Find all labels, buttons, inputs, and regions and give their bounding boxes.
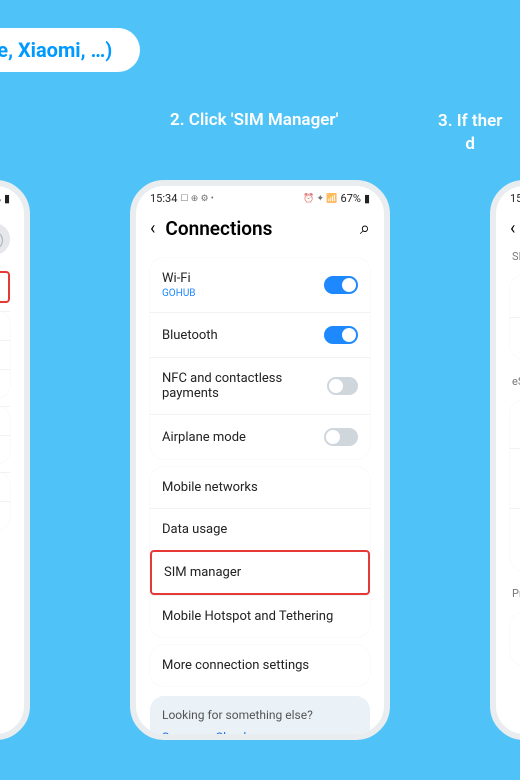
- phone-screenshot-left: 15:34 ☐ ⊕ ⚙ • ⏰ ✦ 📶 67% ▮ ◯: [0, 180, 30, 740]
- battery-icon: ▮: [364, 192, 370, 205]
- sim-card-row[interactable]: [510, 275, 520, 317]
- section-esims: eSIMs: [496, 371, 520, 388]
- row-mobile-networks[interactable]: Mobile networks: [150, 467, 370, 508]
- row-label: Bluetooth: [162, 328, 218, 343]
- row-label: Wi-Fi: [162, 271, 196, 286]
- row-more-settings[interactable]: More connection settings: [150, 645, 370, 686]
- status-bar: 15:34 ☐ ⊕ ⚙ • ⏰ ✦ 📶 67% ▮: [136, 186, 384, 207]
- row-label: Mobile networks: [162, 480, 258, 495]
- avatar-icon[interactable]: ◯: [0, 223, 10, 255]
- looking-for-card: Looking for something else? Samsung Clou…: [150, 696, 370, 740]
- list-item[interactable]: [0, 406, 10, 435]
- back-icon[interactable]: ‹: [150, 220, 155, 238]
- section-sim-cards: SIM ca: [496, 246, 520, 263]
- status-bar: 15:34: [496, 186, 520, 207]
- header-pill: oogle, Xiaomi, …): [0, 28, 140, 72]
- row-label: More connection settings: [162, 658, 309, 673]
- status-indicator-icons: ☐ ⊕ ⚙ •: [180, 194, 213, 204]
- phone-screenshot-right: 15:34 ‹ S SIM ca eSIMs 2 + Prefe: [490, 180, 520, 740]
- step-2-label: 2. Click 'SIM Manager': [170, 110, 338, 130]
- section-preferred: Prefe: [496, 583, 520, 600]
- search-icon[interactable]: ⌕: [360, 218, 370, 239]
- status-bar: 15:34 ☐ ⊕ ⚙ • ⏰ ✦ 📶 67% ▮: [0, 186, 24, 207]
- row-sublabel: GOHUB: [162, 288, 196, 299]
- row-label: Mobile Hotspot and Tethering: [162, 609, 333, 624]
- row-data-usage[interactable]: Data usage: [150, 508, 370, 550]
- status-time: 15:34: [150, 192, 177, 205]
- pill-text: oogle, Xiaomi, …): [0, 38, 112, 62]
- wifi-toggle[interactable]: [324, 276, 358, 294]
- add-esim-row[interactable]: +: [510, 508, 520, 571]
- status-time: 15:34: [510, 192, 520, 205]
- airplane-toggle[interactable]: [324, 428, 358, 446]
- row-nfc[interactable]: NFC and contactless payments: [150, 357, 370, 414]
- highlighted-row[interactable]: [0, 271, 10, 303]
- step-3-label: 3. If ther d: [438, 110, 502, 156]
- status-signal-icons: ⏰ ✦ 📶: [303, 194, 337, 204]
- esim-row[interactable]: [510, 400, 520, 448]
- app-bar: ‹ S: [496, 207, 520, 246]
- looking-question: Looking for something else?: [162, 708, 358, 722]
- sim-card-row[interactable]: [510, 317, 520, 359]
- list-item[interactable]: [0, 472, 10, 501]
- row-bluetooth[interactable]: Bluetooth: [150, 312, 370, 357]
- row-label: Data usage: [162, 522, 227, 537]
- row-label: SIM manager: [164, 565, 241, 580]
- app-bar: ‹ Connections ⌕: [136, 207, 384, 246]
- battery-icon: ▮: [4, 192, 10, 205]
- status-battery-pct: 67%: [0, 192, 1, 205]
- link-samsung-cloud[interactable]: Samsung Cloud: [162, 730, 358, 740]
- list-item[interactable]: [0, 435, 10, 464]
- row-hotspot[interactable]: Mobile Hotspot and Tethering: [150, 595, 370, 637]
- list-item[interactable]: [0, 501, 10, 530]
- back-icon[interactable]: ‹: [510, 220, 515, 238]
- row-airplane[interactable]: Airplane mode: [150, 414, 370, 459]
- phone-screenshot-middle: 15:34 ☐ ⊕ ⚙ • ⏰ ✦ 📶 67% ▮ ‹ Connections …: [130, 180, 390, 740]
- list-item[interactable]: [0, 340, 10, 369]
- preferred-calls-row[interactable]: Calls MY VI: [510, 612, 520, 665]
- nfc-toggle[interactable]: [327, 377, 358, 395]
- row-label: Airplane mode: [162, 430, 246, 445]
- list-item[interactable]: [0, 369, 10, 398]
- status-battery-pct: 67%: [341, 192, 361, 205]
- page-title: Connections: [165, 217, 350, 240]
- row-sim-manager[interactable]: SIM manager: [150, 550, 370, 595]
- row-wifi[interactable]: Wi-Fi GOHUB: [150, 258, 370, 312]
- row-label: NFC and contactless payments: [162, 371, 327, 401]
- bluetooth-toggle[interactable]: [324, 326, 358, 344]
- list-item[interactable]: [0, 311, 10, 340]
- esim-row[interactable]: 2: [510, 448, 520, 508]
